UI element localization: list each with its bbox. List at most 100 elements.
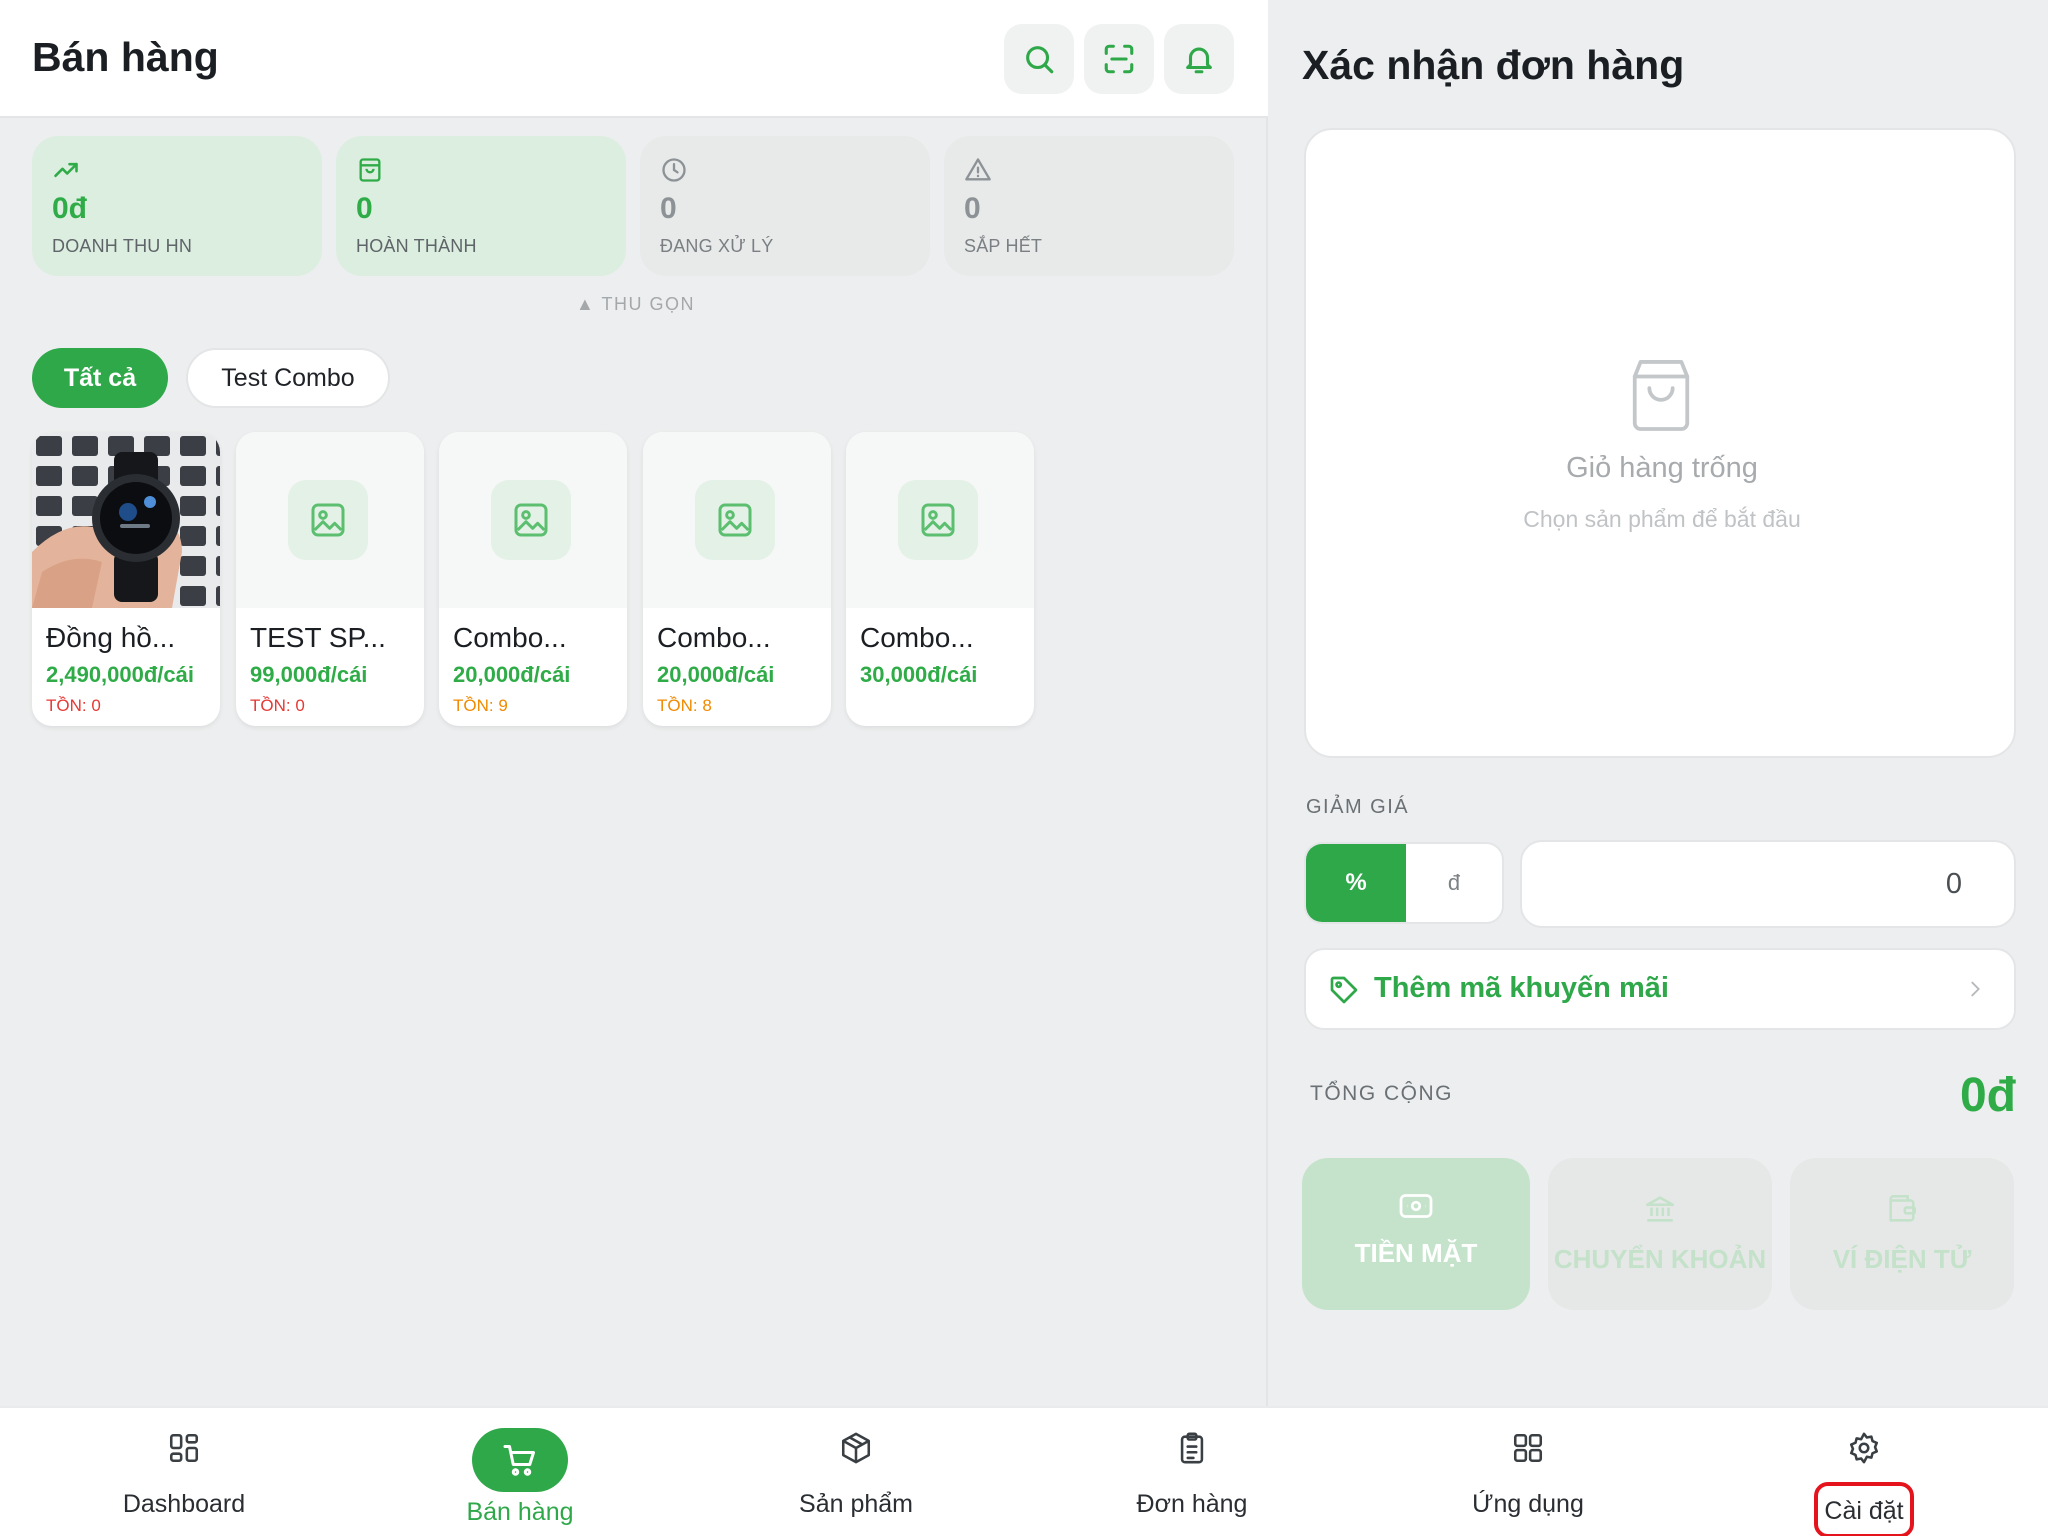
image-placeholder-icon [695, 480, 775, 560]
pay-ewallet-button[interactable]: VÍ ĐIỆN TỬ [1790, 1158, 2014, 1310]
product-price: 30,000đ/cái [860, 662, 978, 687]
stat-processing: 0 ĐANG XỬ LÝ [640, 136, 930, 276]
image-placeholder-icon [288, 480, 368, 560]
product-stock: TỒN: 8 [657, 696, 712, 715]
nav-label: Sản phẩm [799, 1490, 913, 1518]
promo-label: Thêm mã khuyến mãi [1374, 972, 1669, 1004]
product-name: TEST SP... [250, 622, 386, 653]
bank-icon [1645, 1196, 1675, 1222]
stat-value: 0 [356, 192, 373, 225]
shopping-bag-icon [359, 158, 381, 182]
pay-label: TIỀN MẶT [1354, 1238, 1478, 1268]
discount-label: GIẢM GIÁ [1306, 796, 1410, 818]
nav-products[interactable]: Sản phẩm [726, 1408, 986, 1536]
page-title: Bán hàng [32, 34, 219, 80]
apps-grid-icon [1513, 1433, 1543, 1463]
product-stock: TỒN: 0 [46, 696, 101, 715]
stat-value: 0 [660, 192, 677, 225]
total-label: TỔNG CỘNG [1310, 1082, 1453, 1105]
stat-value: 0 [964, 192, 981, 225]
product-name: Combo... [860, 622, 974, 653]
category-chip-test-combo[interactable]: Test Combo [186, 348, 390, 408]
product-card[interactable]: Combo... 30,000đ/cái [846, 432, 1034, 726]
search-button[interactable] [1004, 24, 1074, 94]
nav-orders[interactable]: Đơn hàng [1062, 1408, 1322, 1536]
cart-empty-title: Giỏ hàng trống [1566, 452, 1758, 484]
product-card[interactable]: Đồng hồ... 2,490,000đ/cái TỒN: 0 [32, 432, 220, 726]
chevron-right-icon [1971, 981, 1980, 997]
product-card[interactable]: Combo... 20,000đ/cái TỒN: 9 [439, 432, 627, 726]
product-card[interactable]: Combo... 20,000đ/cái TỒN: 8 [643, 432, 831, 726]
cart-box: Giỏ hàng trống Chọn sản phẩm để bắt đầu [1304, 128, 2016, 758]
order-panel: Xác nhận đơn hàng Giỏ hàng trống Chọn sả… [1270, 0, 2048, 1406]
category-chip-all[interactable]: Tất cả [32, 348, 168, 408]
nav-apps[interactable]: Ứng dụng [1398, 1408, 1658, 1536]
product-thumb-placeholder [236, 432, 424, 608]
product-thumb-placeholder [643, 432, 831, 608]
product-price: 2,490,000đ/cái [46, 662, 195, 687]
pay-transfer-button[interactable]: CHUYỂN KHOẢN [1548, 1158, 1772, 1310]
product-name: Combo... [657, 622, 771, 653]
bell-icon [1186, 47, 1212, 74]
box-icon [841, 1432, 871, 1464]
discount-currency-option[interactable]: đ [1406, 844, 1502, 922]
nav-label: Dashboard [122, 1490, 246, 1518]
stat-revenue-today: 0đ DOANH THU HN [32, 136, 322, 276]
product-photo [32, 432, 220, 608]
product-thumb-placeholder [846, 432, 1034, 608]
dashboard-grid-icon [169, 1433, 199, 1463]
nav-label: Đơn hàng [1136, 1490, 1248, 1518]
image-placeholder-icon [898, 480, 978, 560]
pay-label: VÍ ĐIỆN TỬ [1832, 1244, 1972, 1274]
stat-label: SẮP HẾT [964, 236, 1043, 256]
empty-cart-bag-icon [1632, 360, 1690, 431]
nav-label: Bán hàng [466, 1498, 574, 1526]
pay-cash-button[interactable]: TIỀN MẶT [1302, 1158, 1530, 1310]
order-title: Xác nhận đơn hàng [1302, 42, 1685, 88]
stat-label: ĐANG XỬ LÝ [660, 236, 774, 256]
sales-header: Bán hàng [0, 0, 1268, 118]
cart-icon [503, 1445, 535, 1476]
tag-icon [1330, 976, 1358, 1004]
discount-type-toggle: % đ [1304, 842, 1504, 924]
stat-completed: 0 HOÀN THÀNH [336, 136, 626, 276]
product-price: 99,000đ/cái [250, 662, 368, 687]
clock-icon [662, 158, 686, 182]
product-price: 20,000đ/cái [453, 662, 571, 687]
nav-settings[interactable]: Cài đặt [1734, 1408, 1994, 1536]
product-card[interactable]: TEST SP... 99,000đ/cái TỒN: 0 [236, 432, 424, 726]
scan-button[interactable] [1084, 24, 1154, 94]
wallet-icon [1889, 1194, 1917, 1222]
scan-icon [1104, 44, 1134, 74]
product-stock: TỒN: 9 [453, 696, 508, 715]
cash-icon [1399, 1194, 1433, 1218]
discount-input-wrapper [1520, 840, 2016, 928]
nav-label: Cài đặt [1814, 1482, 1914, 1536]
nav-sales[interactable]: Bán hàng [390, 1408, 650, 1536]
stat-low-stock: 0 SẮP HẾT [944, 136, 1234, 276]
stat-label: DOANH THU HN [52, 236, 193, 256]
discount-input[interactable] [1522, 842, 2014, 926]
gear-icon [1849, 1432, 1879, 1464]
sales-panel: Bán hàng 0đ DOANH THU HN 0 HOÀN THÀNH 0 … [0, 0, 1268, 1406]
product-thumb-placeholder [439, 432, 627, 608]
add-promo-code-button[interactable]: Thêm mã khuyến mãi [1304, 948, 2016, 1030]
cart-empty-hint: Chọn sản phẩm để bắt đầu [1523, 506, 1801, 532]
pay-label: CHUYỂN KHOẢN [1553, 1244, 1767, 1274]
product-price: 20,000đ/cái [657, 662, 775, 687]
clipboard-icon [1180, 1432, 1204, 1464]
product-name: Combo... [453, 622, 567, 653]
nav-dashboard[interactable]: Dashboard [54, 1408, 314, 1536]
trend-up-icon [54, 162, 78, 178]
product-name: Đồng hồ... [46, 622, 176, 653]
search-icon [1026, 46, 1054, 74]
notification-button[interactable] [1164, 24, 1234, 94]
total-value: 0đ [1959, 1069, 2016, 1122]
collapse-toggle[interactable]: ▲ THU GỌN [576, 294, 695, 315]
discount-percent-option[interactable]: % [1306, 844, 1406, 922]
warning-icon [965, 158, 991, 181]
stat-value: 0đ [52, 192, 88, 225]
bottom-navigation: Dashboard Bán hàng Sản phẩm Đơn hàng Ứng… [0, 1406, 2048, 1536]
nav-label: Ứng dụng [1472, 1490, 1584, 1518]
stat-label: HOÀN THÀNH [356, 236, 477, 256]
